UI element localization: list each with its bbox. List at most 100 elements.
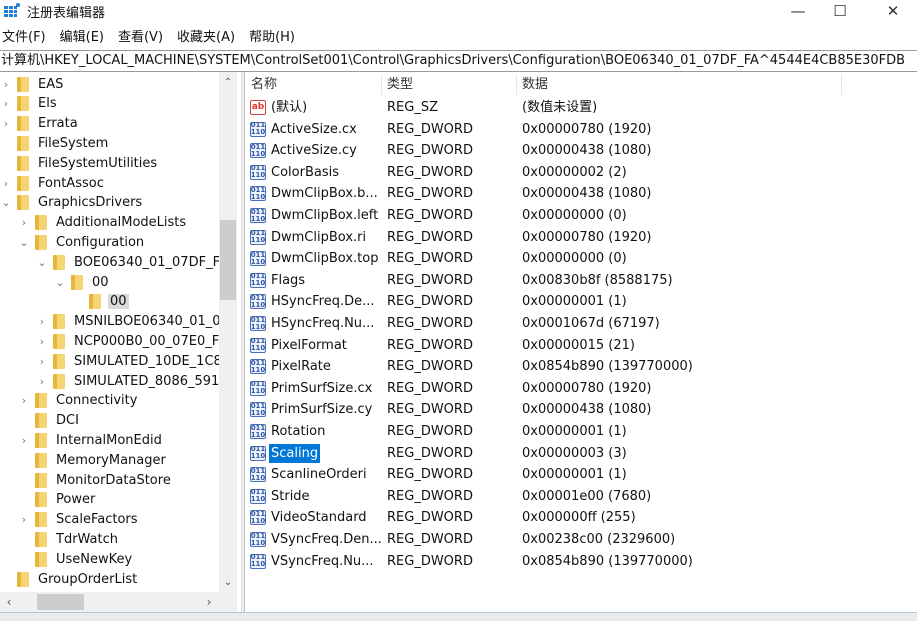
- tree-item[interactable]: › FontAssoc: [0, 173, 106, 193]
- tree-item[interactable]: › MSNILBOE06340_01_0: [36, 312, 223, 332]
- collapse-chevron-icon[interactable]: ⌄: [54, 272, 66, 292]
- tree-item[interactable]: TdrWatch: [18, 529, 120, 549]
- collapse-chevron-icon[interactable]: ⌄: [36, 252, 48, 272]
- scroll-down-icon[interactable]: ⌄: [219, 574, 237, 591]
- expand-chevron-icon[interactable]: ›: [18, 213, 30, 233]
- tree-item[interactable]: › ScaleFactors: [18, 510, 140, 530]
- value-row[interactable]: 011 110 PrimSurfSize.cx REG_DWORD 0x0000078…: [245, 378, 917, 400]
- expand-chevron-icon[interactable]: ›: [36, 371, 48, 391]
- collapse-chevron-icon[interactable]: ⌄: [18, 232, 30, 252]
- tree-item[interactable]: MemoryManager: [18, 450, 168, 470]
- menu-edit[interactable]: 编辑(E): [57, 27, 107, 49]
- value-row[interactable]: 011 110 VideoStandard REG_DWORD 0x000000ff …: [245, 507, 917, 529]
- value-row[interactable]: 011 110 Flags REG_DWORD 0x00830b8f (8588175…: [245, 270, 917, 292]
- menu-help[interactable]: 帮助(H): [246, 27, 298, 49]
- tree-item[interactable]: ⌄ BOE06340_01_07DF_FA: [36, 252, 230, 272]
- tree-item[interactable]: ⌄ GraphicsDrivers: [0, 193, 144, 213]
- collapse-chevron-icon[interactable]: ⌄: [0, 193, 12, 213]
- expand-chevron-icon[interactable]: ›: [36, 312, 48, 332]
- value-row[interactable]: 011 110 HSyncFreq.De... REG_DWORD 0x0000000…: [245, 291, 917, 313]
- value-row[interactable]: 011 110 Rotation REG_DWORD 0x00000001 (1): [245, 421, 917, 443]
- value-row[interactable]: 011 110 PixelRate REG_DWORD 0x0854b890 (139…: [245, 356, 917, 378]
- value-row[interactable]: 011 110 Stride REG_DWORD 0x00001e00 (7680): [245, 486, 917, 508]
- value-row[interactable]: 011 110 ActiveSize.cy REG_DWORD 0x00000438 …: [245, 140, 917, 162]
- list-header: 名称 类型 数据: [245, 72, 917, 97]
- expand-chevron-icon[interactable]: ›: [36, 351, 48, 371]
- expand-chevron-icon[interactable]: ›: [18, 430, 30, 450]
- value-row[interactable]: ab (默认) REG_SZ (数值未设置): [245, 97, 917, 119]
- tree-item[interactable]: MonitorDataStore: [18, 470, 173, 490]
- maximize-button[interactable]: ☐: [817, 0, 863, 22]
- tree-vertical-scrollbar[interactable]: ⌃ ⌄: [219, 72, 237, 592]
- tree-vertical-scroll-thumb[interactable]: [220, 220, 236, 300]
- value-name: ActiveSize.cx: [271, 121, 357, 137]
- value-name: VSyncFreq.Den...: [271, 532, 382, 547]
- menu-view[interactable]: 查看(V): [115, 27, 166, 49]
- expand-chevron-icon[interactable]: ›: [36, 331, 48, 351]
- value-row[interactable]: 011 110 VSyncFreq.Den... REG_DWORD 0x00238c…: [245, 529, 917, 551]
- address-bar[interactable]: 计算机\HKEY_LOCAL_MACHINE\SYSTEM\ControlSet…: [0, 50, 917, 72]
- expand-chevron-icon[interactable]: ›: [18, 510, 30, 530]
- tree-item[interactable]: UseNewKey: [18, 549, 134, 569]
- column-header-type[interactable]: 类型: [381, 72, 413, 97]
- value-row[interactable]: 011 110 ScanlineOrderi REG_DWORD 0x00000001…: [245, 464, 917, 486]
- tree-horizontal-scroll-thumb[interactable]: [37, 594, 84, 610]
- value-row[interactable]: 011 110 DwmClipBox.top REG_DWORD 0x00000000…: [245, 248, 917, 270]
- tree-item[interactable]: GroupOrderList: [0, 569, 139, 589]
- scroll-left-icon[interactable]: ‹: [0, 592, 18, 612]
- tree-item[interactable]: FileSystem: [0, 133, 110, 153]
- value-row[interactable]: 011 110 ColorBasis REG_DWORD 0x00000002 (2): [245, 162, 917, 184]
- value-row[interactable]: 011 110 PixelFormat REG_DWORD 0x00000015 (2…: [245, 335, 917, 357]
- tree-item[interactable]: › EAS: [0, 74, 65, 94]
- tree-item[interactable]: › InternalMonEdid: [18, 430, 164, 450]
- tree-item[interactable]: › NCP000B0_00_07E0_F4: [36, 331, 229, 351]
- tree-item-label: 00: [92, 274, 109, 290]
- expand-chevron-icon[interactable]: ›: [0, 94, 12, 114]
- value-row[interactable]: 011 110 Scaling REG_DWORD 0x00000003 (3): [245, 443, 917, 465]
- tree-item[interactable]: › Els: [0, 94, 59, 114]
- tree-item[interactable]: › SIMULATED_8086_591: [36, 371, 221, 391]
- tree-item-label: EAS: [38, 76, 64, 92]
- value-row[interactable]: 011 110 DwmClipBox.ri REG_DWORD 0x00000780 …: [245, 227, 917, 249]
- folder-icon: [17, 135, 29, 151]
- column-header-name[interactable]: 名称: [245, 72, 277, 97]
- column-header-data[interactable]: 数据: [516, 72, 548, 97]
- tree-item[interactable]: 00: [72, 292, 129, 312]
- tree-item[interactable]: ⌄ 00: [54, 272, 111, 292]
- value-data: 0x00000015 (21): [522, 337, 635, 353]
- value-row[interactable]: 011 110 VSyncFreq.Nu... REG_DWORD 0x0854b89…: [245, 551, 917, 573]
- tree-item[interactable]: › SIMULATED_10DE_1C8: [36, 351, 224, 371]
- value-row[interactable]: 011 110 HSyncFreq.Nu... REG_DWORD 0x0001067…: [245, 313, 917, 335]
- tree-item[interactable]: › AdditionalModeLists: [18, 213, 188, 233]
- value-row[interactable]: 011 110 DwmClipBox.b... REG_DWORD 0x0000043…: [245, 183, 917, 205]
- tree-item[interactable]: ⌄ Configuration: [18, 232, 146, 252]
- minimize-button[interactable]: —: [775, 0, 821, 22]
- minimize-icon: —: [790, 2, 806, 20]
- value-row[interactable]: 011 110 PrimSurfSize.cy REG_DWORD 0x0000043…: [245, 399, 917, 421]
- menu-file[interactable]: 文件(F): [0, 27, 49, 49]
- tree-item[interactable]: DCI: [18, 411, 81, 431]
- value-name: PrimSurfSize.cy: [271, 402, 373, 418]
- tree-connector: [18, 490, 30, 510]
- value-row[interactable]: 011 110 ActiveSize.cx REG_DWORD 0x00000780 …: [245, 119, 917, 141]
- tree-item[interactable]: FileSystemUtilities: [0, 153, 159, 173]
- expand-chevron-icon[interactable]: ›: [0, 114, 12, 134]
- tree-horizontal-scrollbar[interactable]: ‹ ›: [0, 592, 237, 612]
- column-divider[interactable]: [841, 74, 842, 95]
- menu-favorites[interactable]: 收藏夹(A): [174, 27, 238, 49]
- value-row[interactable]: 011 110 DwmClipBox.left REG_DWORD 0x0000000…: [245, 205, 917, 227]
- expand-chevron-icon[interactable]: ›: [18, 391, 30, 411]
- scroll-right-icon[interactable]: ›: [200, 592, 218, 612]
- value-data: 0x00001e00 (7680): [522, 488, 652, 504]
- tree-connector: [0, 133, 12, 153]
- close-button[interactable]: ✕: [870, 0, 916, 22]
- value-data: 0x00830b8f (8588175): [522, 272, 673, 288]
- tree-item[interactable]: › Errata: [0, 114, 80, 134]
- close-icon: ✕: [886, 2, 900, 20]
- expand-chevron-icon[interactable]: ›: [0, 74, 12, 94]
- value-name: ActiveSize.cy: [271, 143, 357, 159]
- tree-item[interactable]: Power: [18, 490, 97, 510]
- expand-chevron-icon[interactable]: ›: [0, 173, 12, 193]
- scroll-up-icon[interactable]: ⌃: [219, 74, 237, 91]
- tree-item[interactable]: › Connectivity: [18, 391, 139, 411]
